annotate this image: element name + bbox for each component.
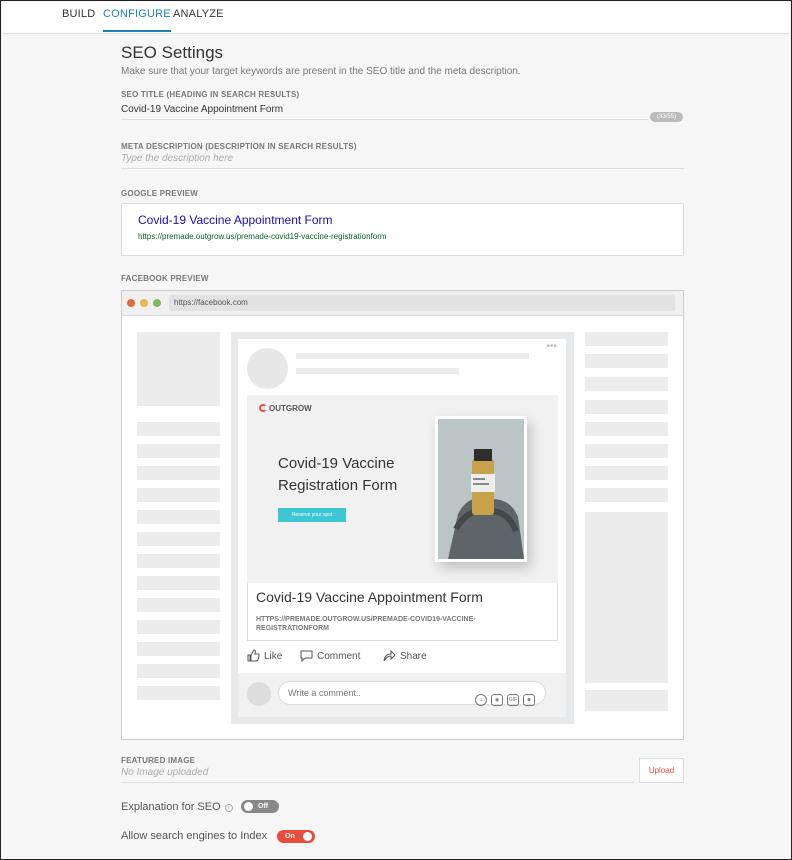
commenter-avatar bbox=[247, 682, 271, 706]
sticker-icon[interactable]: ☻ bbox=[523, 694, 535, 706]
vaccine-photo-image bbox=[438, 419, 524, 559]
placeholder-line bbox=[585, 422, 668, 436]
google-preview-title: Covid-19 Vaccine Appointment Form bbox=[138, 213, 333, 227]
placeholder-line bbox=[137, 532, 220, 546]
browser-bar: https://facebook.com bbox=[122, 291, 683, 316]
like-icon bbox=[247, 649, 260, 662]
browser-maximize-dot bbox=[153, 299, 161, 307]
placeholder-line bbox=[585, 332, 668, 346]
comment-button[interactable]: Comment bbox=[300, 649, 360, 663]
explanation-seo-label: Explanation for SEO i bbox=[121, 801, 233, 813]
placeholder-line bbox=[137, 554, 220, 568]
placeholder-block bbox=[585, 690, 668, 711]
google-preview-url: https://premade.outgrow.us/premade-covid… bbox=[138, 232, 387, 241]
meta-description-input[interactable]: Type the description here bbox=[121, 153, 233, 164]
facebook-preview-frame: https://facebook.com ••• OUTGROW Covid-1… bbox=[121, 290, 684, 740]
explanation-seo-toggle[interactable]: Off bbox=[241, 800, 279, 813]
page-title: SEO Settings bbox=[121, 43, 224, 62]
meta-description-underline bbox=[121, 168, 684, 169]
share-icon bbox=[383, 649, 396, 662]
link-preview-url: HTTPS://PREMADE.OUTGROW.US/PREMADE-COVID… bbox=[256, 616, 476, 632]
placeholder-line bbox=[137, 488, 220, 502]
index-label: Allow search engines to Index bbox=[121, 830, 268, 842]
browser-url-bar: https://facebook.com bbox=[169, 295, 675, 311]
placeholder-line bbox=[296, 368, 459, 374]
post-actions: Like Comment Share bbox=[247, 647, 558, 665]
emoji-icon[interactable]: ☺ bbox=[475, 694, 487, 706]
page-subtitle: Make sure that your target keywords are … bbox=[121, 66, 521, 77]
like-button[interactable]: Like bbox=[247, 649, 282, 662]
comment-icon bbox=[300, 650, 313, 663]
facebook-preview-label: FACEBOOK PREVIEW bbox=[121, 274, 209, 283]
browser-minimize-dot bbox=[140, 299, 148, 307]
placeholder-line bbox=[137, 620, 220, 634]
info-icon[interactable]: i bbox=[224, 804, 233, 812]
placeholder-line bbox=[585, 488, 668, 502]
placeholder-line bbox=[585, 466, 668, 480]
image-headline: Covid-19 Vaccine Registration Form bbox=[278, 455, 398, 494]
char-count-badge: (33/55) bbox=[650, 112, 683, 122]
placeholder-line bbox=[137, 422, 220, 436]
image-cta-button: Reserve your spot bbox=[278, 508, 346, 522]
comment-input[interactable]: Write a comment.. ☺ ◉ GIF ☻ bbox=[278, 681, 546, 706]
toggle-knob bbox=[303, 832, 312, 841]
facebook-post: ••• OUTGROW Covid-19 Vaccine Registratio… bbox=[231, 332, 574, 724]
comment-row: Write a comment.. ☺ ◉ GIF ☻ bbox=[238, 673, 566, 717]
toggle-knob bbox=[244, 802, 253, 811]
app-window: BUILD CONFIGURE ANALYZE SEO Settings Mak… bbox=[0, 0, 792, 860]
placeholder-line bbox=[137, 686, 220, 700]
placeholder-line bbox=[137, 664, 220, 678]
link-preview-title: Covid-19 Vaccine Appointment Form bbox=[256, 589, 483, 605]
upload-button[interactable]: Upload bbox=[639, 758, 684, 783]
featured-image-underline bbox=[121, 782, 634, 783]
camera-icon[interactable]: ◉ bbox=[491, 694, 503, 706]
featured-image-field[interactable]: No Image uploaded bbox=[121, 767, 208, 778]
avatar bbox=[247, 348, 288, 389]
shared-image: OUTGROW Covid-19 Vaccine Registration Fo… bbox=[247, 395, 558, 583]
index-toggle[interactable]: On bbox=[277, 830, 315, 843]
placeholder-block bbox=[137, 332, 220, 406]
placeholder-line bbox=[296, 353, 529, 359]
placeholder-line bbox=[137, 598, 220, 612]
share-button[interactable]: Share bbox=[383, 649, 427, 662]
seo-title-underline bbox=[121, 119, 648, 120]
placeholder-line bbox=[137, 576, 220, 590]
google-preview-card: Covid-19 Vaccine Appointment Form https:… bbox=[121, 203, 684, 256]
tab-configure[interactable]: CONFIGURE bbox=[103, 8, 171, 32]
browser-close-dot bbox=[127, 299, 135, 307]
outgrow-logo: OUTGROW bbox=[259, 404, 312, 413]
seo-title-label: SEO TITLE (HEADING IN SEARCH RESULTS) bbox=[121, 90, 300, 99]
more-options-icon[interactable]: ••• bbox=[546, 341, 557, 352]
link-preview-caption[interactable]: Covid-19 Vaccine Appointment Form HTTPS:… bbox=[247, 583, 558, 641]
gif-icon[interactable]: GIF bbox=[507, 694, 519, 706]
facebook-post-card: ••• OUTGROW Covid-19 Vaccine Registratio… bbox=[238, 339, 566, 717]
seo-title-input[interactable]: Covid-19 Vaccine Appointment Form bbox=[121, 104, 283, 115]
tab-build[interactable]: BUILD bbox=[62, 8, 95, 20]
placeholder-line bbox=[137, 510, 220, 524]
placeholder-line bbox=[137, 642, 220, 656]
comment-tools: ☺ ◉ GIF ☻ bbox=[471, 687, 535, 709]
outgrow-logo-icon bbox=[259, 404, 267, 412]
meta-description-label: META DESCRIPTION (DESCRIPTION IN SEARCH … bbox=[121, 142, 357, 151]
placeholder-block bbox=[585, 512, 668, 683]
placeholder-line bbox=[585, 377, 668, 391]
placeholder-line bbox=[585, 444, 668, 458]
placeholder-line bbox=[585, 354, 668, 368]
featured-image-label: FEATURED IMAGE bbox=[121, 756, 196, 765]
google-preview-label: GOOGLE PREVIEW bbox=[121, 189, 199, 198]
tab-analyze[interactable]: ANALYZE bbox=[173, 8, 224, 20]
placeholder-line bbox=[137, 466, 220, 480]
placeholder-line bbox=[585, 400, 668, 414]
vaccine-vial-illustration bbox=[438, 419, 524, 559]
top-nav: BUILD CONFIGURE ANALYZE bbox=[2, 2, 790, 34]
vaccine-photo bbox=[435, 416, 527, 562]
placeholder-line bbox=[137, 444, 220, 458]
